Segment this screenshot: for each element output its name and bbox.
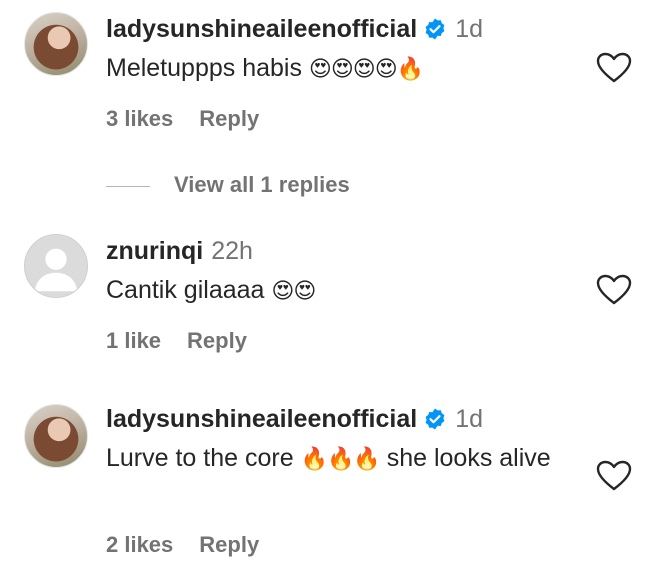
comment-emoji: 😍😍😍😍🔥 xyxy=(308,56,424,81)
comment-text-body: Lurve to the core xyxy=(106,444,294,472)
comment-text-continued: she looks alive xyxy=(386,444,551,472)
reply-button[interactable]: Reply xyxy=(199,106,259,131)
avatar[interactable] xyxy=(24,234,88,298)
comment-meta: 3 likes Reply xyxy=(106,106,259,132)
view-replies-label[interactable]: View all 1 replies xyxy=(174,172,350,197)
reply-button[interactable]: Reply xyxy=(187,328,247,353)
avatar[interactable] xyxy=(24,404,88,468)
username[interactable]: znurinqi xyxy=(106,237,203,265)
comment-header: znurinqi 22h xyxy=(106,236,253,266)
comment-header: ladysunshineaileenofficial 1d xyxy=(106,14,483,44)
verified-badge-icon xyxy=(425,18,445,40)
heart-outline-icon[interactable] xyxy=(596,460,632,492)
comment-text-body: Cantik gilaaaa xyxy=(106,276,265,304)
avatar[interactable] xyxy=(24,12,88,76)
username[interactable]: ladysunshineaileenofficial xyxy=(106,405,417,433)
comment-text-body: Meletuppps habis xyxy=(106,54,302,82)
comment-text: Lurve to the core 🔥🔥🔥 she looks alive xyxy=(106,440,566,477)
reply-button[interactable]: Reply xyxy=(199,532,259,557)
view-replies-button[interactable]: View all 1 replies xyxy=(106,172,350,198)
divider-line xyxy=(106,185,150,187)
username[interactable]: ladysunshineaileenofficial xyxy=(106,15,417,43)
verified-badge-icon xyxy=(425,408,445,430)
comment-meta: 2 likes Reply xyxy=(106,532,259,558)
comment-emoji: 😍😍 xyxy=(271,278,316,303)
likes-count[interactable]: 1 like xyxy=(106,328,161,353)
comment-emoji: 🔥🔥🔥 xyxy=(300,446,381,471)
timestamp[interactable]: 1d xyxy=(455,405,483,433)
timestamp[interactable]: 22h xyxy=(211,237,253,265)
comment-text: Cantik gilaaaa 😍😍 xyxy=(106,272,576,309)
default-avatar-icon xyxy=(34,248,78,292)
timestamp[interactable]: 1d xyxy=(455,15,483,43)
heart-outline-icon[interactable] xyxy=(596,52,632,84)
heart-outline-icon[interactable] xyxy=(596,274,632,306)
likes-count[interactable]: 2 likes xyxy=(106,532,173,557)
comment-meta: 1 like Reply xyxy=(106,328,247,354)
likes-count[interactable]: 3 likes xyxy=(106,106,173,131)
comment-header: ladysunshineaileenofficial 1d xyxy=(106,404,483,434)
comment-text: Meletuppps habis 😍😍😍😍🔥 xyxy=(106,50,576,87)
